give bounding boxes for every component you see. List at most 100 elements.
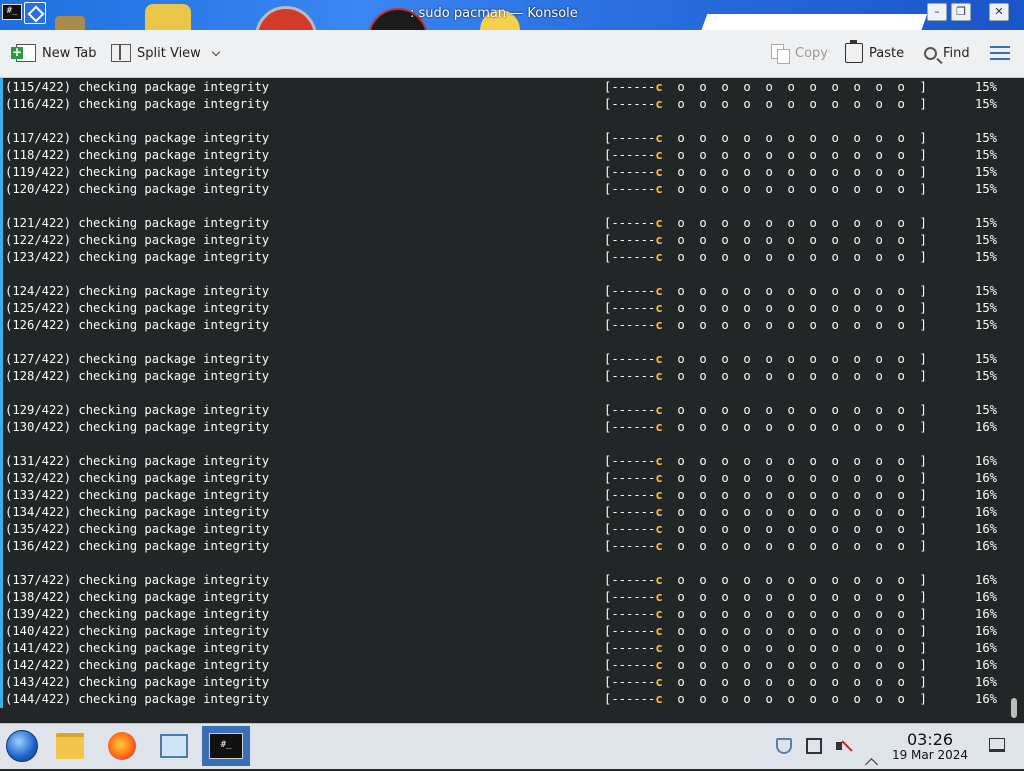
- terminal-line: (115/422) checking package integrity: [5, 80, 270, 94]
- copy-icon: [771, 44, 790, 64]
- terminal-line: (132/422) checking package integrity: [5, 471, 270, 485]
- clock-time[interactable]: 03:26: [890, 730, 970, 749]
- progress-percent: 15%: [975, 97, 998, 111]
- progress-bar-text: [------c o o o o o o o o o o o ]: [604, 539, 927, 553]
- search-icon: [924, 46, 937, 60]
- progress-percent: 16%: [975, 505, 998, 519]
- taskbar: #_ 03:26 19 Mar 2024: [0, 723, 1024, 769]
- paste-button[interactable]: Paste: [845, 40, 904, 66]
- pacman-glyph: c: [655, 182, 663, 196]
- firefox-task[interactable]: [100, 726, 144, 766]
- progress-percent: 15%: [975, 352, 998, 366]
- terminal-line: (131/422) checking package integrity: [5, 454, 270, 468]
- terminal-line: (137/422) checking package integrity: [5, 573, 270, 587]
- progress-percent: 16%: [975, 454, 998, 468]
- copy-button[interactable]: Copy: [771, 40, 828, 66]
- terminal-line: (142/422) checking package integrity: [5, 658, 270, 672]
- progress-bar-text: [------c o o o o o o o o o o o ]: [604, 420, 927, 434]
- pacman-glyph: c: [655, 250, 663, 264]
- terminal-line: (134/422) checking package integrity: [5, 505, 270, 519]
- terminal-line: (120/422) checking package integrity: [5, 182, 270, 196]
- progress-bar-text: [------c o o o o o o o o o o o ]: [604, 97, 927, 111]
- clipboard-icon[interactable]: [806, 738, 822, 754]
- volume-muted-icon[interactable]: [836, 738, 852, 754]
- progress-bar-text: [------c o o o o o o o o o o o ]: [604, 641, 927, 655]
- pacman-glyph: c: [655, 131, 663, 145]
- copy-label: Copy: [795, 45, 828, 61]
- scrollbar-thumb[interactable]: [1011, 698, 1017, 718]
- terminal-output[interactable]: (115/422) checking package integrity [---…: [0, 78, 1024, 723]
- progress-bar-text: [------c o o o o o o o o o o o ]: [604, 607, 927, 621]
- progress-bar-text: [------c o o o o o o o o o o o ]: [604, 590, 927, 604]
- progress-bar-text: [------c o o o o o o o o o o o ]: [604, 301, 927, 315]
- progress-bar-text: [------c o o o o o o o o o o o ]: [604, 573, 927, 587]
- progress-percent: 15%: [975, 182, 998, 196]
- progress-percent: 16%: [975, 692, 998, 706]
- terminal-line: (133/422) checking package integrity: [5, 488, 270, 502]
- progress-percent: 16%: [975, 590, 998, 604]
- konsole-app-icon[interactable]: #_: [2, 4, 22, 20]
- window-menu-icon[interactable]: [24, 2, 46, 24]
- window-title: : sudo pacman — Konsole: [410, 6, 578, 21]
- progress-bar-text: [------c o o o o o o o o o o o ]: [604, 182, 927, 196]
- close-button[interactable]: ✕: [989, 3, 1009, 21]
- file-manager-task[interactable]: [48, 726, 92, 766]
- progress-bar-text: [------c o o o o o o o o o o o ]: [604, 352, 927, 366]
- chevron-down-icon: [211, 49, 221, 57]
- file-manager-icon: [56, 733, 84, 759]
- start-menu-button[interactable]: [0, 726, 44, 766]
- find-button[interactable]: Find: [924, 40, 970, 66]
- progress-bar-text: [------c o o o o o o o o o o o ]: [604, 471, 927, 485]
- terminal-line: (119/422) checking package integrity: [5, 165, 270, 179]
- pacman-glyph: c: [655, 284, 663, 298]
- new-tab-label: New Tab: [42, 45, 97, 61]
- maximize-button[interactable]: ❐: [951, 3, 971, 21]
- minimize-button[interactable]: –: [927, 3, 947, 21]
- start-menu-icon: [6, 730, 38, 762]
- pacman-glyph: c: [655, 624, 663, 638]
- pacman-glyph: c: [655, 97, 663, 111]
- pacman-glyph: c: [655, 539, 663, 553]
- progress-bar-text: [------c o o o o o o o o o o o ]: [604, 624, 927, 638]
- pacman-glyph: c: [655, 216, 663, 230]
- terminal-line: (128/422) checking package integrity: [5, 369, 270, 383]
- progress-bar-text: [------c o o o o o o o o o o o ]: [604, 233, 927, 247]
- pacman-glyph: c: [655, 352, 663, 366]
- terminal-line: (138/422) checking package integrity: [5, 590, 270, 604]
- pacman-glyph: c: [655, 488, 663, 502]
- split-view-button[interactable]: Split View: [111, 40, 221, 66]
- find-label: Find: [943, 45, 970, 61]
- progress-bar-text: [------c o o o o o o o o o o o ]: [604, 284, 927, 298]
- progress-percent: 15%: [975, 80, 998, 94]
- terminal-line: (127/422) checking package integrity: [5, 352, 270, 366]
- pacman-glyph: c: [655, 471, 663, 485]
- system-settings-task[interactable]: [152, 726, 196, 766]
- clock-date[interactable]: 19 Mar 2024: [885, 748, 975, 762]
- pacman-glyph: c: [655, 692, 663, 706]
- konsole-task[interactable]: #_: [202, 726, 250, 766]
- terminal-line: (124/422) checking package integrity: [5, 284, 270, 298]
- progress-bar-text: [------c o o o o o o o o o o o ]: [604, 216, 927, 230]
- pacman-glyph: c: [655, 505, 663, 519]
- show-desktop-icon[interactable]: [989, 738, 1005, 752]
- progress-bar-text: [------c o o o o o o o o o o o ]: [604, 403, 927, 417]
- pacman-glyph: c: [655, 607, 663, 621]
- progress-percent: 15%: [975, 233, 998, 247]
- progress-percent: 16%: [975, 658, 998, 672]
- hamburger-menu-icon[interactable]: [990, 46, 1010, 60]
- pacman-glyph: c: [655, 454, 663, 468]
- pacman-glyph: c: [655, 165, 663, 179]
- wallpaper-shape: [55, 16, 85, 30]
- new-tab-button[interactable]: New Tab: [11, 40, 97, 66]
- update-notifier-icon[interactable]: [776, 738, 792, 754]
- pacman-glyph: c: [655, 522, 663, 536]
- terminal-line: (118/422) checking package integrity: [5, 148, 270, 162]
- terminal-line: (144/422) checking package integrity: [5, 692, 270, 706]
- pacman-glyph: c: [655, 318, 663, 332]
- terminal-line: (139/422) checking package integrity: [5, 607, 270, 621]
- paste-icon: [845, 40, 863, 63]
- progress-bar-text: [------c o o o o o o o o o o o ]: [604, 369, 927, 383]
- progress-percent: 16%: [975, 539, 998, 553]
- progress-percent: 15%: [975, 165, 998, 179]
- progress-bar-text: [------c o o o o o o o o o o o ]: [604, 692, 927, 706]
